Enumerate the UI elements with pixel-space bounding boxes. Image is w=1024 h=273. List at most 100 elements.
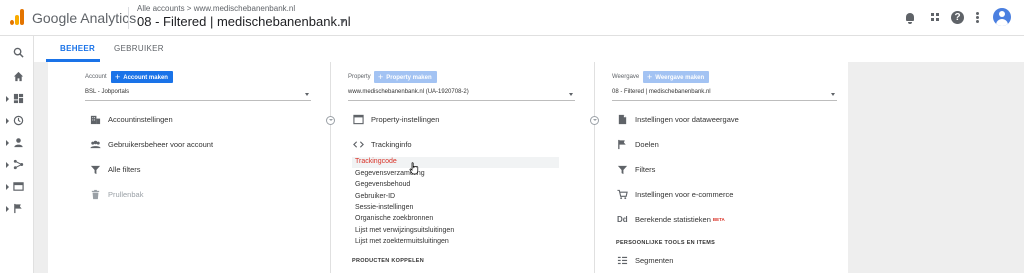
property-column: Property + Property maken www.medischeban… xyxy=(331,62,594,273)
menu-label: Instellingen voor e-commerce xyxy=(635,190,734,199)
view-selector-title[interactable]: 08 - Filtered | medischebanenbank.nl xyxy=(137,14,351,29)
dd-icon: Dd xyxy=(617,215,628,224)
tab-beheer[interactable]: BEHEER xyxy=(60,44,95,53)
segments-icon xyxy=(617,256,628,265)
rail-acquisition[interactable] xyxy=(0,156,34,174)
menu-label: Filters xyxy=(635,165,656,174)
create-property-label: Property maken xyxy=(386,75,432,81)
sub-item-label: Sessie-instellingen xyxy=(355,204,414,211)
sub-item-session-settings[interactable]: Sessie-instellingen xyxy=(355,203,559,214)
behavior-icon xyxy=(13,182,24,191)
flag-icon xyxy=(618,139,626,150)
view-label: Weergave xyxy=(612,74,640,80)
menu-label: Trackinginfo xyxy=(371,140,412,149)
sub-item-referral-exclusions[interactable]: Lijst met verwijzingsuitsluitingen xyxy=(355,226,559,237)
account-select-value: BSL - Jobportals xyxy=(85,89,130,95)
rail-search[interactable] xyxy=(0,44,34,62)
analytics-logo-icon[interactable] xyxy=(10,9,24,25)
tab-gebruiker[interactable]: GEBRUIKER xyxy=(114,44,164,53)
help-icon[interactable]: ? xyxy=(951,11,964,24)
rail-behavior[interactable] xyxy=(0,178,34,196)
account-label: Account xyxy=(85,74,107,80)
rail-conversions[interactable] xyxy=(0,200,34,218)
chevron-down-icon xyxy=(305,93,309,96)
search-icon xyxy=(13,47,24,58)
filter-icon xyxy=(90,165,101,175)
chevron-down-icon[interactable] xyxy=(340,19,346,23)
menu-label: Property-instellingen xyxy=(371,115,440,124)
sub-item-label: Lijst met verwijzingsuitsluitingen xyxy=(355,227,455,234)
header-divider xyxy=(128,7,129,29)
sub-item-label: Organische zoekbronnen xyxy=(355,215,434,222)
account-select[interactable]: BSL - Jobportals xyxy=(85,89,311,101)
view-select[interactable]: 08 - Filtered | medischebanenbank.nl xyxy=(612,89,837,101)
sub-item-data-collection[interactable]: Gegevensverzameling xyxy=(355,169,559,180)
breadcrumb[interactable]: Alle accounts > www.medischebanenbank.nl xyxy=(137,4,295,13)
more-vert-icon[interactable] xyxy=(975,11,979,25)
property-select[interactable]: www.medischebanenbank.nl (UA-1920708-2) xyxy=(348,89,575,101)
apps-grid-icon[interactable] xyxy=(929,11,943,25)
app-name[interactable]: Google Analytics xyxy=(32,10,136,26)
create-account-button[interactable]: + Account maken xyxy=(111,71,173,83)
rail-customization[interactable] xyxy=(0,90,34,108)
window-icon xyxy=(353,114,364,125)
sub-item-organic-search[interactable]: Organische zoekbronnen xyxy=(355,214,559,225)
create-view-button[interactable]: + Weergave maken xyxy=(643,71,710,83)
sub-item-label: Trackingcode xyxy=(355,158,397,165)
menu-label: Prullenbak xyxy=(108,190,144,199)
home-icon xyxy=(13,71,24,82)
cart-icon xyxy=(617,189,628,200)
menu-label: Gebruikersbeheer voor account xyxy=(108,140,214,149)
trash-icon xyxy=(91,189,100,200)
menu-label: Berekende statistieken xyxy=(635,215,711,224)
sub-item-label: Gebruiker-ID xyxy=(355,193,396,200)
account-column: Account + Account maken BSL - Jobportals … xyxy=(48,62,330,273)
plus-icon: + xyxy=(115,72,121,82)
filter-icon xyxy=(617,165,628,175)
property-label: Property xyxy=(348,74,371,80)
create-account-label: Account maken xyxy=(123,75,168,81)
rail-audience[interactable] xyxy=(0,134,34,152)
bell-icon[interactable] xyxy=(903,11,917,25)
menu-label: Instellingen voor dataweergave xyxy=(635,115,739,124)
view-select-value: 08 - Filtered | medischebanenbank.nl xyxy=(612,89,711,95)
left-nav-rail xyxy=(0,36,34,273)
menu-label: Alle filters xyxy=(108,165,141,174)
create-property-button[interactable]: + Property maken xyxy=(374,71,437,83)
caret-right-icon xyxy=(6,140,9,146)
rail-realtime[interactable] xyxy=(0,112,34,130)
flag-icon xyxy=(14,203,22,214)
beta-badge: BETA xyxy=(712,217,725,222)
hand-cursor-icon xyxy=(409,162,419,175)
admin-panel: Account + Account maken BSL - Jobportals … xyxy=(48,62,848,273)
section-heading-product-linking: PRODUCTEN KOPPELEN xyxy=(352,258,425,264)
dashboard-icon xyxy=(13,93,24,104)
sub-item-search-term-exclusions[interactable]: Lijst met zoektermuitsluitingen xyxy=(355,237,559,248)
caret-right-icon xyxy=(6,162,9,168)
person-icon xyxy=(14,138,23,148)
top-app-bar: Google Analytics Alle accounts > www.med… xyxy=(0,0,1024,36)
sub-item-user-id[interactable]: Gebruiker-ID xyxy=(355,192,559,203)
code-icon xyxy=(353,141,364,148)
section-heading-personal-tools: PERSOONLIJKE TOOLS EN ITEMS xyxy=(616,240,716,246)
avatar[interactable] xyxy=(993,8,1011,26)
chevron-down-icon xyxy=(569,93,573,96)
document-icon xyxy=(618,114,627,125)
building-icon xyxy=(90,115,101,125)
sub-item-trackingcode[interactable]: Trackingcode xyxy=(352,157,559,168)
plus-icon: + xyxy=(378,72,384,82)
sub-item-data-retention[interactable]: Gegevensbehoud xyxy=(355,180,559,191)
create-view-label: Weergave maken xyxy=(655,75,705,81)
plus-icon: + xyxy=(647,72,653,82)
clock-icon xyxy=(13,115,24,126)
menu-label: Accountinstellingen xyxy=(108,115,173,124)
sub-item-label: Gegevensbehoud xyxy=(355,181,411,188)
property-select-value: www.medischebanenbank.nl (UA-1920708-2) xyxy=(348,89,469,95)
acquisition-icon xyxy=(13,159,24,170)
rail-home[interactable] xyxy=(0,68,34,86)
caret-right-icon xyxy=(6,96,9,102)
chevron-down-icon xyxy=(831,93,835,96)
menu-label: Segmenten xyxy=(635,256,674,265)
view-column: Weergave + Weergave maken 08 - Filtered |… xyxy=(595,62,848,273)
caret-right-icon xyxy=(6,118,9,124)
